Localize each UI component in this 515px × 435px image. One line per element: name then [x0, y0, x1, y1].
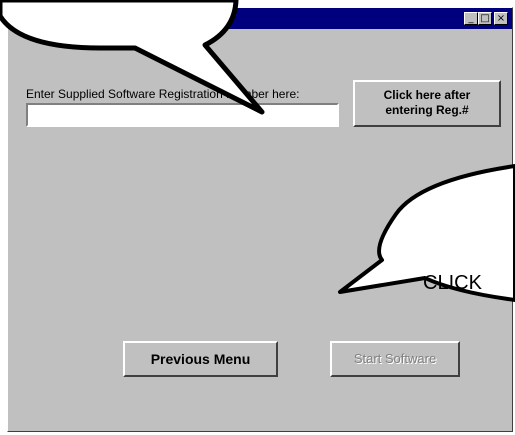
confirm-registration-button[interactable]: Click here after entering Reg.# [353, 80, 501, 127]
minimize-button[interactable]: _ [464, 12, 478, 25]
title-bar[interactable]: Registration _ □ × [8, 8, 512, 29]
registration-window: Registration _ □ × Enter Supplied Softwa… [7, 7, 513, 432]
close-button[interactable]: × [494, 12, 508, 25]
previous-menu-button[interactable]: Previous Menu [123, 341, 278, 377]
registration-number-label: Enter Supplied Software Registration Num… [26, 87, 300, 101]
window-title: Registration [14, 10, 85, 24]
maximize-button[interactable]: □ [478, 12, 492, 25]
confirm-button-line-1: Click here after [383, 88, 471, 102]
start-software-button: Start Software [330, 341, 460, 377]
confirm-button-line-2: entering Reg.# [385, 103, 469, 117]
callout-text: CLICK [423, 272, 482, 294]
registration-number-input[interactable] [26, 103, 339, 127]
